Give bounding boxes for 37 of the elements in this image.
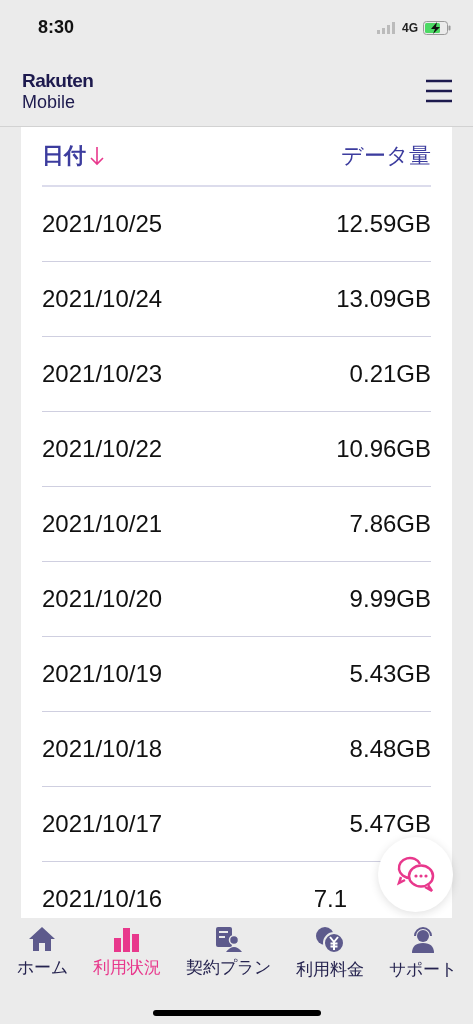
date-cell: 2021/10/20 xyxy=(42,585,163,613)
coins-icon xyxy=(314,926,345,954)
menu-icon[interactable] xyxy=(425,78,453,103)
battery-charging-icon xyxy=(423,20,451,35)
status-time: 8:30 xyxy=(38,17,75,38)
date-cell: 2021/10/19 xyxy=(42,660,163,688)
data-amount-cell: 0.21GB xyxy=(349,360,431,388)
date-cell: 2021/10/18 xyxy=(42,735,163,763)
date-column-header[interactable]: 日付 xyxy=(42,141,104,171)
signal-icon xyxy=(377,21,397,34)
document-person-icon xyxy=(214,926,242,952)
data-amount-cell: 13.09GB xyxy=(336,285,431,313)
date-cell: 2021/10/24 xyxy=(42,285,163,313)
nav-tab[interactable]: 契約プラン xyxy=(185,926,271,979)
date-cell: 2021/10/25 xyxy=(42,210,163,238)
data-amount-cell: 9.99GB xyxy=(349,585,431,613)
nav-tab[interactable]: サポート xyxy=(388,926,457,981)
date-cell: 2021/10/16 xyxy=(42,885,163,913)
chat-bubbles-icon xyxy=(395,855,436,894)
data-amount-cell: 8.48GB xyxy=(349,735,431,763)
data-amount-cell: 10.96GB xyxy=(336,435,431,463)
nav-tab[interactable]: 利用料金 xyxy=(295,926,364,981)
date-cell: 2021/10/17 xyxy=(42,810,163,838)
date-cell: 2021/10/22 xyxy=(42,435,163,463)
data-amount-cell: 5.43GB xyxy=(349,660,431,688)
data-amount-column-header[interactable]: データ量 xyxy=(341,141,431,171)
date-cell: 2021/10/21 xyxy=(42,510,163,538)
nav-tab[interactable]: ホーム xyxy=(16,926,68,979)
bar-chart-icon xyxy=(112,926,141,952)
data-amount-cell: 5.47GB xyxy=(349,810,431,838)
network-type: 4G xyxy=(402,20,418,35)
data-amount-cell-text: 7.1 xyxy=(313,885,348,913)
rakuten-mobile-logo[interactable]: Rakuten Mobile xyxy=(22,70,94,111)
data-amount-cell: 7.86GB xyxy=(349,510,431,538)
date-cell: 2021/10/23 xyxy=(42,360,163,388)
home-icon xyxy=(28,926,56,952)
data-amount-cell: 12.59GB xyxy=(336,210,431,238)
